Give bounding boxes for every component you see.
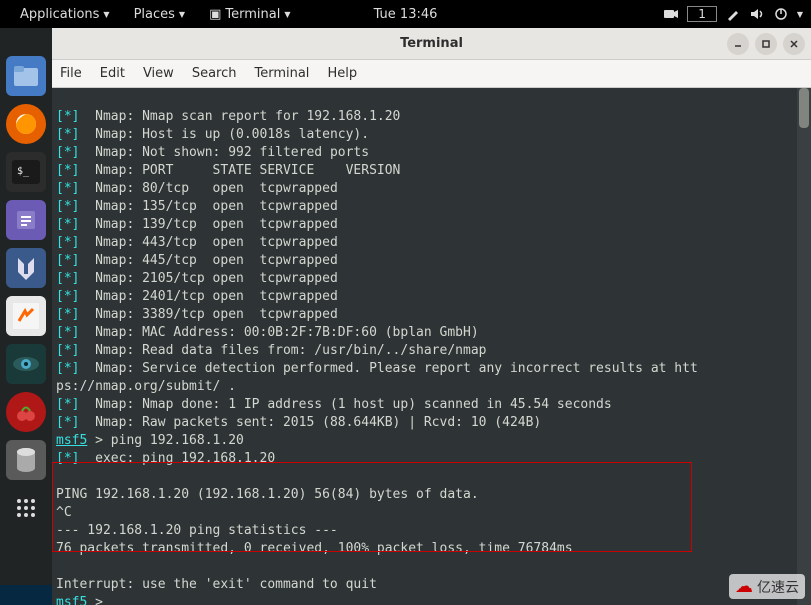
term-line: > [87,595,110,605]
term-line: Nmap: Read data files from: /usr/bin/../… [79,343,486,358]
marker: [*] [56,451,79,466]
marker: [*] [56,271,79,286]
scanner-icon[interactable] [6,344,46,384]
burp-icon[interactable] [6,296,46,336]
term-line: Nmap: Host is up (0.0018s latency). [79,127,369,142]
workspace-indicator[interactable]: 1 [687,6,717,22]
term-line: Interrupt: use the 'exit' command to qui… [56,577,377,592]
terminal-title: Terminal [400,36,463,51]
chevron-down-icon: ▼ [103,10,109,19]
term-line: exec: ping 192.168.1.20 [79,451,275,466]
places-label: Places [134,7,175,22]
menu-view[interactable]: View [143,66,174,81]
top-panel: Applications ▼ Places ▼ ▣ Terminal ▼ Tue… [0,0,811,28]
menu-search[interactable]: Search [192,66,237,81]
terminal-icon: ▣ [209,7,221,22]
marker: [*] [56,109,79,124]
term-line: Nmap: 3389/tcp open tcpwrapped [79,307,337,322]
marker: [*] [56,235,79,250]
term-line: Nmap: 2105/tcp open tcpwrapped [79,271,337,286]
marker: [*] [56,199,79,214]
marker: [*] [56,397,79,412]
term-line: Nmap: 80/tcp open tcpwrapped [79,181,337,196]
terminal-task[interactable]: ▣ Terminal ▼ [197,7,302,22]
marker: [*] [56,361,79,376]
power-icon[interactable] [773,6,789,22]
marker: [*] [56,145,79,160]
menu-terminal[interactable]: Terminal [254,66,309,81]
dock: $_ [0,28,52,605]
prompt: msf5 [56,595,87,605]
marker: [*] [56,343,79,358]
menu-help[interactable]: Help [327,66,357,81]
menu-file[interactable]: File [60,66,82,81]
term-line: Nmap: Nmap done: 1 IP address (1 host up… [79,397,611,412]
marker: [*] [56,415,79,430]
term-line: Nmap: 445/tcp open tcpwrapped [79,253,337,268]
apps-grid-icon[interactable] [6,488,46,528]
terminal-body[interactable]: [*] Nmap: Nmap scan report for 192.168.1… [52,88,811,605]
marker: [*] [56,217,79,232]
term-line: Nmap: Nmap scan report for 192.168.1.20 [79,109,400,124]
minimize-button[interactable] [727,33,749,55]
cloud-icon: ☁ [735,576,753,597]
chevron-down-icon: ▼ [284,10,290,19]
clock-label: Tue 13:46 [374,7,438,22]
svg-text:$_: $_ [17,166,30,177]
term-line: Nmap: 443/tcp open tcpwrapped [79,235,337,250]
database-icon[interactable] [6,440,46,480]
marker: [*] [56,325,79,340]
term-line: > ping 192.168.1.20 [87,433,244,448]
close-button[interactable] [783,33,805,55]
marker: [*] [56,253,79,268]
marker: [*] [56,181,79,196]
term-line: 76 packets transmitted, 0 received, 100%… [56,541,573,556]
term-line: Nmap: 135/tcp open tcpwrapped [79,199,337,214]
maximize-button[interactable] [755,33,777,55]
term-line: ps://nmap.org/submit/ . [56,379,236,394]
watermark-text: 亿速云 [757,577,799,597]
term-line: Nmap: Service detection performed. Pleas… [79,361,697,376]
prompt: msf5 [56,433,87,448]
volume-icon[interactable] [749,6,765,22]
marker: [*] [56,307,79,322]
chevron-down-icon[interactable]: ▼ [797,10,803,19]
term-line: Nmap: PORT STATE SERVICE VERSION [79,163,400,178]
marker: [*] [56,289,79,304]
watermark: ☁ 亿速云 [729,574,805,599]
scrollbar-thumb[interactable] [799,88,809,128]
places-menu[interactable]: Places ▼ [122,7,198,22]
terminal-dock-icon[interactable]: $_ [6,152,46,192]
term-line: Nmap: MAC Address: 00:0B:2F:7B:DF:60 (bp… [79,325,478,340]
applications-menu[interactable]: Applications ▼ [8,7,122,22]
term-line: ^C [56,505,72,520]
term-line: Nmap: 2401/tcp open tcpwrapped [79,289,337,304]
editor-icon[interactable] [6,200,46,240]
menu-edit[interactable]: Edit [100,66,125,81]
scrollbar[interactable] [797,88,811,605]
annotation-box [52,462,692,552]
terminal-window: Terminal File Edit View Search Terminal … [52,28,811,605]
terminal-menubar: File Edit View Search Terminal Help [52,60,811,88]
clock[interactable]: Tue 13:46 [374,7,438,22]
chevron-down-icon: ▼ [179,10,185,19]
recording-icon[interactable] [663,6,679,22]
brush-icon[interactable] [725,6,741,22]
marker: [*] [56,163,79,178]
metasploit-icon[interactable] [6,248,46,288]
marker: [*] [56,127,79,142]
firefox-icon[interactable] [6,104,46,144]
files-icon[interactable] [6,56,46,96]
term-line: --- 192.168.1.20 ping statistics --- [56,523,338,538]
terminal-task-label: Terminal [225,7,280,22]
terminal-titlebar[interactable]: Terminal [52,28,811,60]
cherrytree-icon[interactable] [6,392,46,432]
applications-label: Applications [20,7,99,22]
term-line: Nmap: Raw packets sent: 2015 (88.644KB) … [79,415,541,430]
term-line: PING 192.168.1.20 (192.168.1.20) 56(84) … [56,487,479,502]
term-line: Nmap: 139/tcp open tcpwrapped [79,217,337,232]
term-line: Nmap: Not shown: 992 filtered ports [79,145,369,160]
